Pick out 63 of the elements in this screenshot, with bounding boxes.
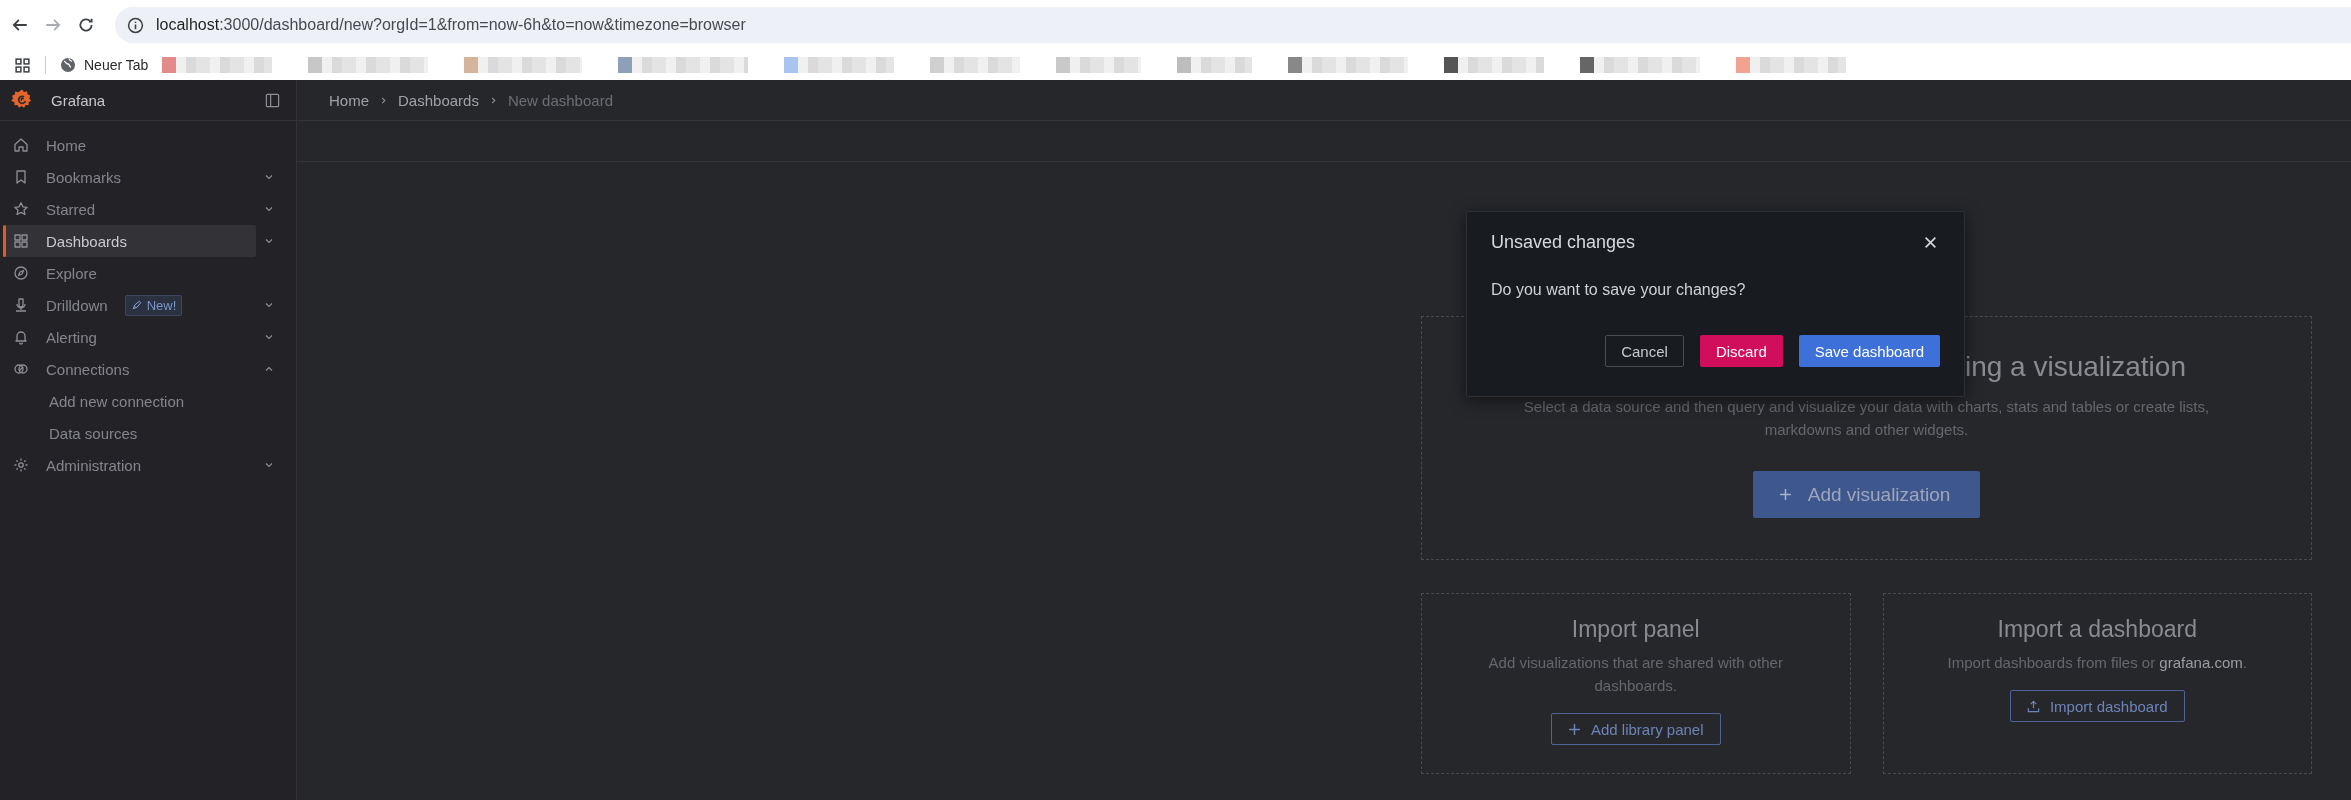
compass-icon [13,265,29,281]
chevron-down-icon[interactable] [264,172,274,182]
discard-button[interactable]: Discard [1699,335,1783,367]
app-title: Grafana [51,91,107,109]
plus-icon [1567,722,1581,736]
card-title: Import panel [1571,616,1700,643]
add-visualization-button[interactable]: Add visualization [1752,471,1981,518]
upload-icon [2026,699,2040,713]
website-link[interactable]: grafana.com [2159,654,2243,671]
plus-icon [1778,488,1792,501]
chevron-down-icon[interactable] [264,236,274,246]
blurred-bookmark[interactable] [1288,57,1409,73]
breadcrumb-link[interactable]: Dashboards [398,91,479,109]
nav-item[interactable]: Bookmarks [3,161,256,193]
dialog-title: Unsaved changes [1491,232,1636,253]
star-icon [13,201,29,217]
close-icon[interactable] [1924,236,1937,249]
chevron-right-icon [379,95,388,105]
nav-item[interactable]: Starred [3,193,256,225]
link-icon [13,361,29,377]
nav-subitem[interactable]: Data sources [3,417,256,449]
bookmark-link[interactable]: Neuer Tab [60,57,149,73]
nav-item[interactable]: Connections [3,353,256,385]
blurred-bookmark[interactable] [1444,57,1545,73]
reload-icon[interactable] [77,16,95,34]
import-dashboard-button[interactable]: Import dashboard [2009,690,2185,722]
address-bar[interactable]: localhost:3000/dashboard/new?orgId=1&from=now-6h&to=now&timezone=browser [115,7,2351,43]
card-description: Add visualizations that are shared with other dashboards. [1487,653,1784,696]
panel-toggle-icon[interactable] [265,92,280,108]
dialog-message: Do you want to save your changes? [1491,281,1747,299]
bookmark-icon [13,169,29,185]
info-icon[interactable] [127,16,144,34]
add-library-panel-button[interactable]: Add library panel [1550,713,1721,745]
gear-icon [13,457,29,473]
grid-icon [13,233,29,249]
chevron-down-icon[interactable] [264,204,274,214]
nav-item[interactable]: Alerting [3,321,256,353]
card-description: Select a data source and then query and visualize your data with charts, stats and tables or create lists, markdowns and other widgets. [1522,397,2211,440]
cancel-button[interactable]: Cancel [1605,335,1684,367]
chevron-down-icon[interactable] [264,332,274,342]
nav-item[interactable]: Administration [3,449,256,481]
url-text: localhost:3000/dashboard/new?orgId=1&from=now-6h&to=now&timezone=browser [156,16,746,34]
chevron-up-icon[interactable] [264,364,274,374]
card-title: Import a dashboard [1997,616,2197,643]
chevron-down-icon[interactable] [264,300,274,310]
apps-icon[interactable] [14,56,31,74]
breadcrumb-link[interactable]: Home [329,91,369,109]
card-description: Import dashboards from files or grafana.com. [1947,653,2247,673]
card-title: ing a visualization [1964,351,2186,383]
microphone-icon [13,297,29,313]
nav-item[interactable]: Dashboards [3,225,256,257]
breadcrumb-link[interactable]: New dashboard [507,91,613,109]
nav-item[interactable]: Explore [3,257,256,289]
blurred-bookmark[interactable] [1580,57,1701,73]
home-icon [13,137,29,153]
new-badge: New! [124,294,183,316]
chevron-down-icon[interactable] [264,460,274,470]
nav-item[interactable]: Home [3,129,256,161]
nav-subitem[interactable]: Add new connection [3,385,256,417]
globe-icon [60,57,76,73]
bell-icon [13,329,29,345]
nav-item[interactable]: Drilldown New! [3,289,256,321]
save-button[interactable]: Save dashboard [1798,335,1940,367]
